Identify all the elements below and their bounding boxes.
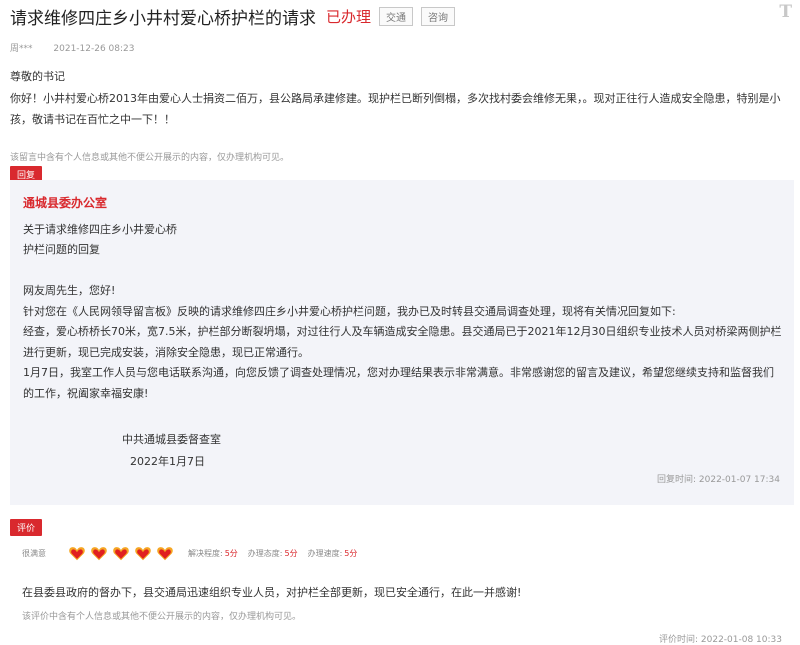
- reply-sign-date: 2022年1月7日: [130, 455, 205, 468]
- reply-body: 网友周先生，您好! 针对您在《人民网领导留言板》反映的请求维修四庄乡小井爱心桥护…: [23, 281, 783, 404]
- score-attitude: 办理态度: 5分: [248, 548, 298, 559]
- message-greeting: 尊敬的书记: [10, 70, 65, 83]
- message-privacy-note: 该留言中含有个人信息或其他不便公开展示的内容，仅办理机构可见。: [10, 153, 290, 163]
- heart-icon: [69, 547, 85, 561]
- reply-time: 回复时间: 2022-01-07 17:34: [657, 472, 780, 485]
- status-label: 已办理: [326, 7, 372, 26]
- reply-paragraph-2: 经查，爱心桥桥长70米，宽7.5米，护栏部分断裂坍塌，对过往行人及车辆造成安全隐…: [23, 325, 782, 359]
- reply-org: 通城县委办公室: [23, 196, 108, 210]
- message-header: 请求维修四庄乡小井村爱心桥护栏的请求 已办理 交通 咨询: [10, 3, 790, 29]
- score-attitude-value: 5分: [284, 548, 298, 558]
- heart-icon: [113, 547, 129, 561]
- satisfaction-label: 很满意: [22, 548, 46, 558]
- score-speed-value: 5分: [344, 548, 358, 558]
- heart-icon: [91, 547, 107, 561]
- post-date: 2021-12-26 08:23: [53, 44, 135, 54]
- tag-consult[interactable]: 咨询: [421, 6, 456, 26]
- reply-paragraph-1: 针对您在《人民网领导留言板》反映的请求维修四庄乡小井爱心桥护栏问题，我办已及时转…: [23, 304, 676, 318]
- reply-subject-line-2: 护栏问题的回复: [23, 243, 100, 256]
- text-size-icon[interactable]: T: [779, 2, 792, 22]
- page-title: 请求维修四庄乡小井村爱心桥护栏的请求: [10, 8, 316, 29]
- reply-panel: 通城县委办公室 关于请求维修四庄乡小井爱心桥 护栏问题的回复 网友周先生，您好!…: [10, 180, 794, 505]
- evaluation-text: 在县委县政府的督办下，县交通局迅速组织专业人员，对护栏全部更新，现已安全通行，在…: [22, 586, 522, 599]
- score-attitude-label: 办理态度:: [247, 548, 283, 558]
- score-resolution-label: 解决程度:: [188, 548, 223, 558]
- tag-traffic[interactable]: 交通: [379, 6, 414, 26]
- rating-row: 很满意 解决程度: 5分 办理态度: 5分 办理速度: 5分: [22, 543, 357, 563]
- reply-signature: 中共通城县委督查室: [122, 433, 221, 446]
- reply-subject-line-1: 关于请求维修四庄乡小井爱心桥: [23, 223, 177, 236]
- score-resolution-value: 5分: [224, 548, 238, 558]
- evaluation-time: 评价时间: 2022-01-08 10:33: [659, 632, 782, 645]
- evaluation-badge: 评价: [10, 519, 43, 536]
- author-name: 周***: [10, 44, 33, 54]
- heart-icon: [157, 547, 173, 561]
- reply-time-label: 回复时间:: [656, 475, 697, 485]
- reply-salutation: 网友周先生，您好!: [23, 284, 116, 297]
- reply-paragraph-3: 1月7日，我室工作人员与您电话联系沟通，向您反馈了调查处理情况，您对办理结果表示…: [23, 366, 774, 400]
- evaluation-time-label: 评价时间:: [658, 635, 699, 645]
- heart-icon: [135, 547, 151, 561]
- reply-time-value: 2022-01-07 17:34: [698, 475, 780, 485]
- message-body: 你好！小井村爱心桥2013年由爱心人士捐资二佰万，县公路局承建修建。现护栏已断列…: [10, 92, 781, 126]
- evaluation-privacy-note: 该评价中含有个人信息或其他不便公开展示的内容，仅办理机构可见。: [22, 612, 302, 622]
- evaluation-time-value: 2022-01-08 10:33: [700, 635, 782, 645]
- heart-rating: [68, 545, 178, 561]
- message-meta: 周*** 2021-12-26 08:23: [10, 41, 135, 54]
- score-speed: 办理速度: 5分: [308, 548, 358, 559]
- score-resolution: 解决程度: 5分: [188, 548, 238, 559]
- score-speed-label: 办理速度:: [307, 548, 343, 558]
- reply-subject: 关于请求维修四庄乡小井爱心桥 护栏问题的回复: [23, 220, 177, 260]
